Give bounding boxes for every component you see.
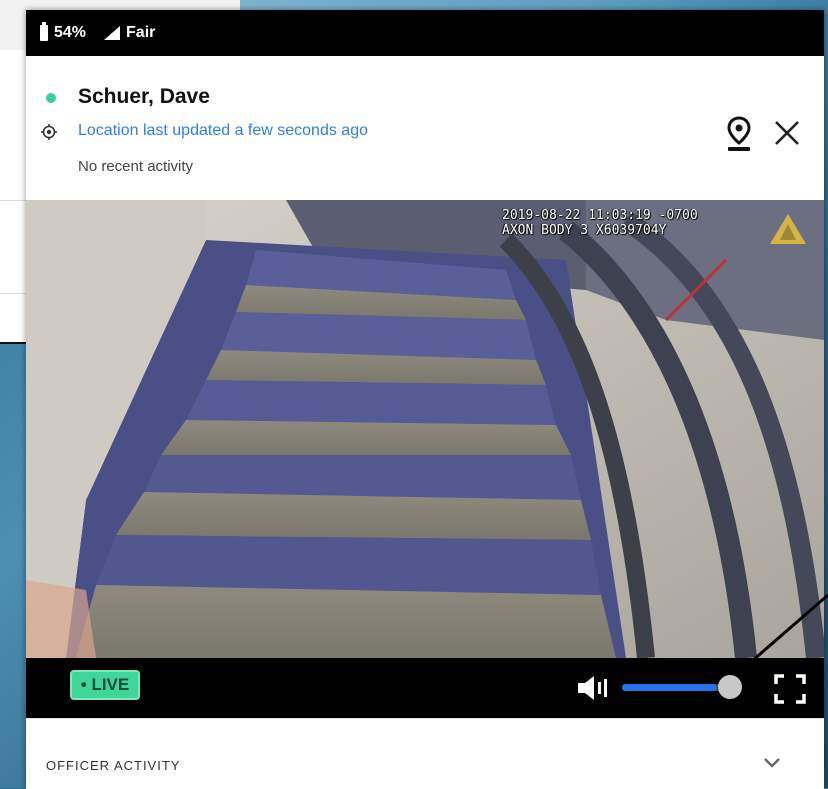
video-overlay-text: 2019-08-22 11:03:19 -0700 AXON BODY 3 X6…	[502, 208, 698, 238]
live-video-feed[interactable]: 2019-08-22 11:03:19 -0700 AXON BODY 3 X6…	[26, 200, 824, 658]
signal-quality: Fair	[126, 24, 156, 41]
location-updated-link[interactable]: Location last updated a few seconds ago	[78, 122, 368, 140]
map-pin-icon[interactable]	[724, 116, 754, 154]
officer-name: Schuer, Dave	[78, 85, 210, 108]
recent-activity-text: No recent activity	[78, 158, 194, 175]
signal-icon	[104, 26, 121, 40]
fullscreen-icon[interactable]	[774, 674, 806, 704]
video-device-id: AXON BODY 3 X6039704Y	[502, 223, 667, 238]
officer-activity-section[interactable]: OFFICER ACTIVITY	[26, 718, 824, 789]
axon-logo-icon	[770, 214, 806, 244]
close-icon[interactable]	[770, 116, 804, 150]
volume-fill	[622, 684, 718, 691]
online-status-dot	[46, 93, 56, 103]
battery-level: 54%	[54, 24, 87, 41]
live-badge: • LIVE	[70, 670, 140, 700]
chevron-down-icon[interactable]	[762, 755, 782, 771]
officer-live-panel: 54% Fair Schuer, Dave Location last upda…	[26, 10, 824, 789]
device-status-bar: 54% Fair	[26, 10, 824, 56]
staircase-video-frame	[26, 200, 824, 658]
video-controls: • LIVE	[26, 658, 824, 718]
location-target-icon	[41, 124, 57, 140]
volume-handle[interactable]	[718, 675, 742, 699]
video-timestamp: 2019-08-22 11:03:19 -0700	[502, 208, 698, 223]
volume-icon[interactable]	[576, 674, 610, 702]
officer-activity-title: OFFICER ACTIVITY	[46, 758, 181, 773]
officer-header: Schuer, Dave Location last updated a few…	[26, 56, 824, 200]
battery-icon	[40, 22, 48, 41]
